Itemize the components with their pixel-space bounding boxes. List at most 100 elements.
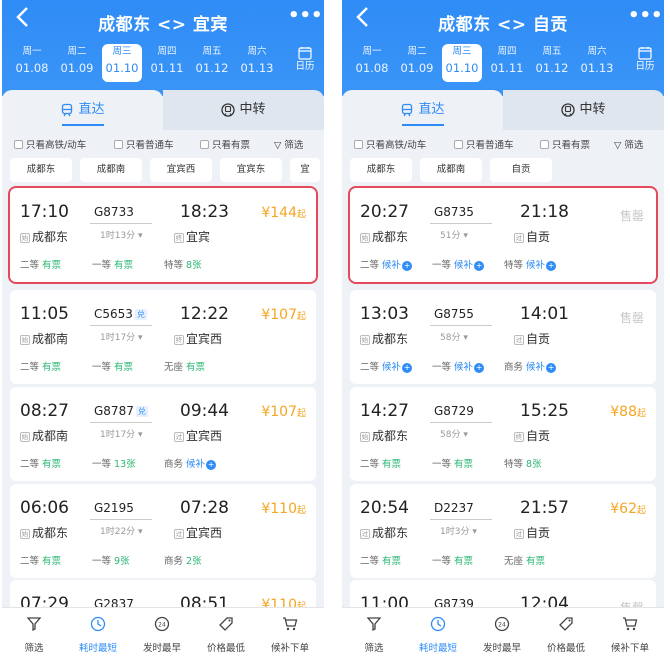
sort-button[interactable]: 候补下单 [258, 608, 322, 661]
filter-button[interactable]: ▽ 筛选 [614, 137, 643, 151]
duration[interactable]: 1时17分 ▾ [100, 427, 143, 440]
train-card[interactable]: 14:27 G8729 15:25 58分 ▾ 始成都东终自贡 ¥88起 二等 有票 一等 有… [350, 387, 656, 481]
sort-button[interactable]: 24 发时最早 [470, 608, 534, 661]
train-card[interactable]: 08:27 G8787 兑 09:44 1时17分 ▾ 始成都南 过宜宾西 ¥107起 二等 有… [10, 387, 316, 481]
plus-circle-icon[interactable]: + [402, 362, 413, 373]
duration[interactable]: 1时3分 ▾ [440, 524, 477, 537]
sort-button[interactable]: 筛选 [342, 608, 406, 661]
waitlist-status[interactable]: 候补 [186, 459, 205, 470]
hsr-only-checkbox[interactable]: 只看高铁/动车 [354, 137, 426, 151]
station-type-tag: 过 [174, 528, 184, 539]
tab-transfer[interactable]: 中转 [163, 90, 324, 130]
date-item[interactable]: 周三 01.10 [442, 44, 482, 82]
seat-class: 商务 候补 + [164, 456, 217, 470]
plus-circle-icon[interactable]: + [474, 260, 485, 271]
date-item[interactable]: 周五 01.12 [532, 44, 572, 82]
station-chip[interactable]: 自贡 [490, 158, 552, 182]
calendar-button[interactable]: 日历 [290, 46, 320, 82]
waitlist-status[interactable]: 候补 [454, 362, 473, 373]
train-card[interactable]: 06:06 G2195 07:28 1时22分 ▾ 始成都东 过宜宾西 ¥110起 二等 有票… [10, 484, 316, 578]
waitlist-status[interactable]: 候补 [454, 260, 473, 271]
waitlist-status[interactable]: 候补 [526, 362, 545, 373]
tab-underline [62, 124, 104, 126]
seat-class: 二等 候补 + [360, 359, 413, 373]
sort-button[interactable]: 耗时最短 [66, 608, 130, 661]
date-value: 01.13 [240, 61, 274, 75]
ticket-status: 8张 [526, 459, 542, 470]
duration[interactable]: 58分 ▾ [440, 330, 468, 343]
duration[interactable]: 51分 ▾ [440, 228, 468, 241]
station-chip[interactable]: 成都东 [350, 158, 412, 182]
date-weekday: 周一 [362, 46, 382, 57]
more-button[interactable]: ••• [288, 7, 323, 30]
date-item[interactable]: 周五 01.12 [192, 44, 232, 82]
train-card[interactable]: 20:27 G8735 21:18 51分 ▾ 始成都东过自贡 售罄 二等 候补 + 一等 候补… [350, 188, 656, 282]
sort-button[interactable]: 耗时最短 [406, 608, 470, 661]
sort-button[interactable]: 价格最低 [534, 608, 598, 661]
station-chip[interactable]: 宜宾东 [220, 158, 282, 182]
duration[interactable]: 1时17分 ▾ [100, 330, 143, 343]
station-chip[interactable]: 宜 [290, 158, 320, 182]
station-chip[interactable]: 宜宾西 [150, 158, 212, 182]
date-item[interactable]: 周三 01.10 [102, 44, 142, 82]
station-chip[interactable]: 成都南 [420, 158, 482, 182]
train-card[interactable]: 20:54 D2237 21:57 1时3分 ▾ 过成都东过自贡 ¥62起 二等 有票 一等 … [350, 484, 656, 578]
normal-only-checkbox[interactable]: 只看普通车 [114, 137, 174, 151]
waitlist-status[interactable]: 候补 [526, 260, 545, 271]
sort-button[interactable]: 价格最低 [194, 608, 258, 661]
date-item[interactable]: 周六 01.13 [237, 44, 277, 82]
ticket-status: 有票 [382, 459, 402, 470]
date-item[interactable]: 周二 01.09 [57, 44, 97, 82]
duration[interactable]: 1时22分 ▾ [100, 524, 143, 537]
departure-station-name: 成都东 [32, 526, 69, 540]
plus-circle-icon[interactable]: + [206, 459, 217, 470]
plus-circle-icon[interactable]: + [402, 260, 413, 271]
date-item[interactable]: 周四 01.11 [487, 44, 527, 82]
tab-transfer[interactable]: 中转 [503, 90, 664, 130]
seat-class: 一等 13张 [92, 456, 136, 470]
seat-class-name: 一等 [92, 260, 112, 271]
departure-station: 始成都南 [20, 330, 68, 347]
station-chip[interactable]: 成都南 [80, 158, 142, 182]
sort-button[interactable]: 筛选 [2, 608, 66, 661]
date-item[interactable]: 周一 01.08 [352, 44, 392, 82]
hsr-only-checkbox[interactable]: 只看高铁/动车 [14, 137, 86, 151]
sort-button[interactable]: 24 发时最早 [130, 608, 194, 661]
plus-circle-icon[interactable]: + [546, 362, 557, 373]
duration[interactable]: 58分 ▾ [440, 427, 468, 440]
station-chip[interactable]: 成都东 [10, 158, 72, 182]
plus-circle-icon[interactable]: + [546, 260, 557, 271]
filter-button[interactable]: ▽ 筛选 [274, 137, 303, 151]
station-type-tag: 过 [514, 528, 524, 539]
waitlist-status[interactable]: 候补 [382, 362, 401, 373]
normal-only-checkbox[interactable]: 只看普通车 [454, 137, 514, 151]
train-number-text: G8733 [94, 205, 134, 219]
calendar-button[interactable]: 日历 [630, 46, 660, 82]
arrival-station: 终自贡 [514, 427, 550, 444]
transfer-icon [221, 102, 236, 117]
departure-station-name: 成都南 [32, 429, 69, 443]
header: 成都东 <> 自贡 ••• 周一 01.08 周二 01.09 周三 01.10 周四 01.11… [342, 0, 664, 96]
arrival-station: 终宜宾 [174, 228, 210, 245]
date-item[interactable]: 周四 01.11 [147, 44, 187, 82]
checkbox-label: 只看普通车 [126, 140, 174, 151]
available-only-checkbox[interactable]: 只看有票 [540, 137, 590, 151]
waitlist-status[interactable]: 候补 [382, 260, 401, 271]
duration[interactable]: 1时13分 ▾ [100, 228, 143, 241]
plus-circle-icon[interactable]: + [474, 362, 485, 373]
train-card[interactable]: 11:05 C5653 兑 12:22 1时17分 ▾ 始成都南 终宜宾西 ¥107起 二等 有… [10, 290, 316, 384]
arrival-time: 18:23 [180, 202, 229, 222]
seat-class: 二等 有票 [20, 359, 61, 373]
date-item[interactable]: 周一 01.08 [12, 44, 52, 82]
sort-button[interactable]: 候补下单 [598, 608, 662, 661]
available-only-checkbox[interactable]: 只看有票 [200, 137, 250, 151]
date-item[interactable]: 周二 01.09 [397, 44, 437, 82]
arrival-time: 14:01 [520, 304, 569, 324]
train-card[interactable]: 17:10 G8733 18:23 1时13分 ▾ 始成都东终宜宾 ¥144起 二等 有票一… [10, 188, 316, 282]
seat-class-name: 一等 [432, 260, 452, 271]
departure-station-name: 成都东 [372, 332, 409, 346]
more-button[interactable]: ••• [628, 7, 663, 30]
date-item[interactable]: 周六 01.13 [577, 44, 617, 82]
train-card[interactable]: 13:03 G8755 14:01 58分 ▾ 始成都东过自贡 售罄 二等 候补 + 一等 候补… [350, 290, 656, 384]
seat-class: 二等 有票 [20, 257, 61, 271]
